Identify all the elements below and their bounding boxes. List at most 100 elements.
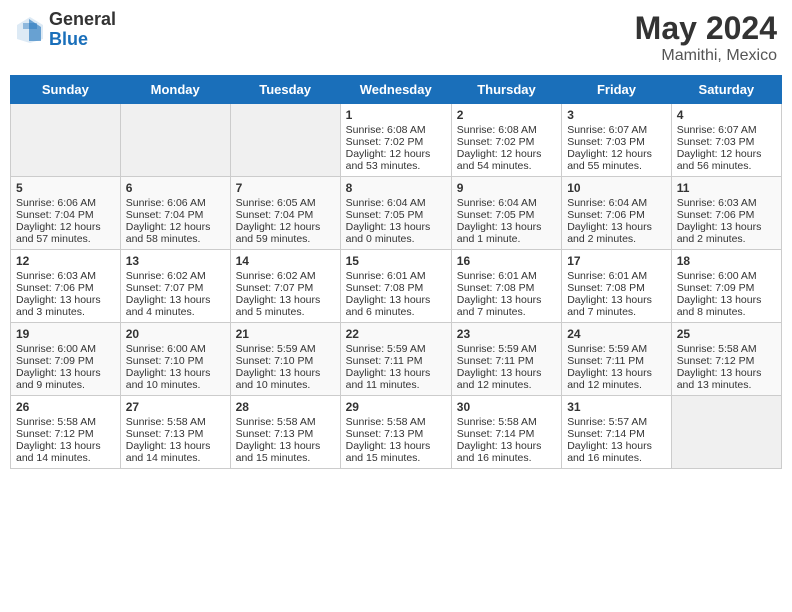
day-number: 1: [346, 108, 446, 122]
calendar-cell: 29 Sunrise: 5:58 AMSunset: 7:13 PMDayligh…: [340, 396, 451, 469]
sunset-text: Sunset: 7:11 PM: [457, 355, 534, 367]
calendar-week-row: 1Sunrise: 6:08 AMSunset: 7:02 PMDaylight…: [11, 104, 782, 177]
daylight-text: Daylight: 13 hours and 7 minutes.: [457, 294, 542, 318]
sunset-text: Sunset: 7:04 PM: [16, 209, 94, 221]
month-title: May 2024: [635, 10, 777, 47]
day-number: 21: [236, 327, 335, 341]
daylight-text: Daylight: 13 hours and 14 minutes.: [126, 440, 211, 464]
daylight-text: Daylight: 13 hours and 10 minutes.: [126, 367, 211, 391]
calendar-cell: 17Sunrise: 6:01 AMSunset: 7:08 PMDayligh…: [562, 250, 672, 323]
calendar-cell: 22Sunrise: 5:59 AMSunset: 7:11 PMDayligh…: [340, 323, 451, 396]
day-of-week-header: Tuesday: [230, 76, 340, 104]
sunrise-text: Sunrise: 6:08 AM: [457, 124, 537, 136]
sunrise-text: Sunrise: 5:59 AM: [457, 343, 537, 355]
calendar-cell: 27Sunrise: 5:58 AMSunset: 7:13 PMDayligh…: [120, 396, 230, 469]
calendar-cell: 18Sunrise: 6:00 AMSunset: 7:09 PMDayligh…: [671, 250, 781, 323]
calendar-cell: 1Sunrise: 6:08 AMSunset: 7:02 PMDaylight…: [340, 104, 451, 177]
sunset-text: Sunset: 7:10 PM: [126, 355, 204, 367]
sunset-text: Sunset: 7:10 PM: [236, 355, 314, 367]
calendar-cell: [11, 104, 121, 177]
sunrise-text: Sunrise: 6:01 AM: [346, 270, 426, 282]
calendar-cell: 25Sunrise: 5:58 AMSunset: 7:12 PMDayligh…: [671, 323, 781, 396]
calendar-cell: [230, 104, 340, 177]
sunrise-text: Sunrise: 6:04 AM: [457, 197, 537, 209]
logo-text: General Blue: [49, 10, 116, 50]
day-number: 27: [126, 400, 225, 414]
day-number: 24: [567, 327, 666, 341]
calendar-cell: 4Sunrise: 6:07 AMSunset: 7:03 PMDaylight…: [671, 104, 781, 177]
day-number: 20: [126, 327, 225, 341]
daylight-text: Daylight: 13 hours and 15 minutes.: [346, 440, 431, 464]
daylight-text: Daylight: 12 hours and 58 minutes.: [126, 221, 211, 245]
sunset-text: Sunset: 7:03 PM: [677, 136, 755, 148]
sunset-text: Sunset: 7:05 PM: [346, 209, 424, 221]
sunset-text: Sunset: 7:08 PM: [457, 282, 535, 294]
logo: General Blue: [15, 10, 116, 50]
sunrise-text: Sunrise: 5:58 AM: [16, 416, 96, 428]
day-number: 2: [457, 108, 556, 122]
daylight-text: Daylight: 13 hours and 1 minute.: [457, 221, 542, 245]
sunset-text: Sunset: 7:13 PM: [126, 428, 204, 440]
sunset-text: Sunset: 7:02 PM: [346, 136, 424, 148]
calendar-week-row: 12Sunrise: 6:03 AMSunset: 7:06 PMDayligh…: [11, 250, 782, 323]
title-block: May 2024 Mamithi, Mexico: [635, 10, 777, 65]
calendar-cell: 8 Sunrise: 6:04 AMSunset: 7:05 PMDaylight…: [340, 177, 451, 250]
sunset-text: Sunset: 7:06 PM: [567, 209, 645, 221]
day-number: 17: [567, 254, 666, 268]
sunset-text: Sunset: 7:11 PM: [346, 355, 423, 367]
sunset-text: Sunset: 7:12 PM: [16, 428, 94, 440]
calendar-cell: 28Sunrise: 5:58 AMSunset: 7:13 PMDayligh…: [230, 396, 340, 469]
calendar-cell: 31Sunrise: 5:57 AMSunset: 7:14 PMDayligh…: [562, 396, 672, 469]
sunrise-text: Sunrise: 6:00 AM: [126, 343, 206, 355]
sunrise-text: Sunrise: 5:58 AM: [457, 416, 537, 428]
daylight-text: Daylight: 13 hours and 13 minutes.: [677, 367, 762, 391]
sunrise-text: Sunrise: 6:01 AM: [567, 270, 647, 282]
sunrise-text: Sunrise: 6:07 AM: [567, 124, 647, 136]
day-of-week-header: Friday: [562, 76, 672, 104]
location-title: Mamithi, Mexico: [635, 47, 777, 65]
day-number: 13: [126, 254, 225, 268]
day-number: 8: [346, 181, 446, 195]
day-of-week-header: Thursday: [451, 76, 561, 104]
day-number: 29: [346, 400, 446, 414]
sunrise-text: Sunrise: 5:58 AM: [236, 416, 316, 428]
calendar-table: SundayMondayTuesdayWednesdayThursdayFrid…: [10, 75, 782, 469]
calendar-cell: 23Sunrise: 5:59 AMSunset: 7:11 PMDayligh…: [451, 323, 561, 396]
sunset-text: Sunset: 7:02 PM: [457, 136, 535, 148]
calendar-cell: 10Sunrise: 6:04 AMSunset: 7:06 PMDayligh…: [562, 177, 672, 250]
sunset-text: Sunset: 7:04 PM: [126, 209, 204, 221]
calendar-cell: 19Sunrise: 6:00 AMSunset: 7:09 PMDayligh…: [11, 323, 121, 396]
calendar-cell: 12Sunrise: 6:03 AMSunset: 7:06 PMDayligh…: [11, 250, 121, 323]
daylight-text: Daylight: 12 hours and 55 minutes.: [567, 148, 652, 172]
sunrise-text: Sunrise: 5:58 AM: [346, 416, 426, 428]
daylight-text: Daylight: 13 hours and 7 minutes.: [567, 294, 652, 318]
sunset-text: Sunset: 7:03 PM: [567, 136, 645, 148]
daylight-text: Daylight: 13 hours and 0 minutes.: [346, 221, 431, 245]
sunrise-text: Sunrise: 6:03 AM: [16, 270, 96, 282]
calendar-week-row: 26Sunrise: 5:58 AMSunset: 7:12 PMDayligh…: [11, 396, 782, 469]
sunset-text: Sunset: 7:13 PM: [236, 428, 314, 440]
day-number: 11: [677, 181, 776, 195]
sunset-text: Sunset: 7:09 PM: [677, 282, 755, 294]
day-number: 3: [567, 108, 666, 122]
daylight-text: Daylight: 12 hours and 53 minutes.: [346, 148, 431, 172]
day-number: 23: [457, 327, 556, 341]
day-number: 5: [16, 181, 115, 195]
sunrise-text: Sunrise: 6:04 AM: [346, 197, 426, 209]
calendar-cell: 16Sunrise: 6:01 AMSunset: 7:08 PMDayligh…: [451, 250, 561, 323]
logo-blue: Blue: [49, 30, 116, 50]
day-number: 30: [457, 400, 556, 414]
day-number: 7: [236, 181, 335, 195]
sunset-text: Sunset: 7:11 PM: [567, 355, 644, 367]
daylight-text: Daylight: 13 hours and 10 minutes.: [236, 367, 321, 391]
calendar-cell: 9Sunrise: 6:04 AMSunset: 7:05 PMDaylight…: [451, 177, 561, 250]
sunrise-text: Sunrise: 6:06 AM: [16, 197, 96, 209]
sunset-text: Sunset: 7:09 PM: [16, 355, 94, 367]
sunset-text: Sunset: 7:13 PM: [346, 428, 424, 440]
calendar-cell: 3 Sunrise: 6:07 AMSunset: 7:03 PMDaylight…: [562, 104, 672, 177]
calendar-cell: 6Sunrise: 6:06 AMSunset: 7:04 PMDaylight…: [120, 177, 230, 250]
calendar-cell: [671, 396, 781, 469]
day-of-week-header: Saturday: [671, 76, 781, 104]
calendar-cell: 13Sunrise: 6:02 AMSunset: 7:07 PMDayligh…: [120, 250, 230, 323]
daylight-text: Daylight: 13 hours and 2 minutes.: [567, 221, 652, 245]
